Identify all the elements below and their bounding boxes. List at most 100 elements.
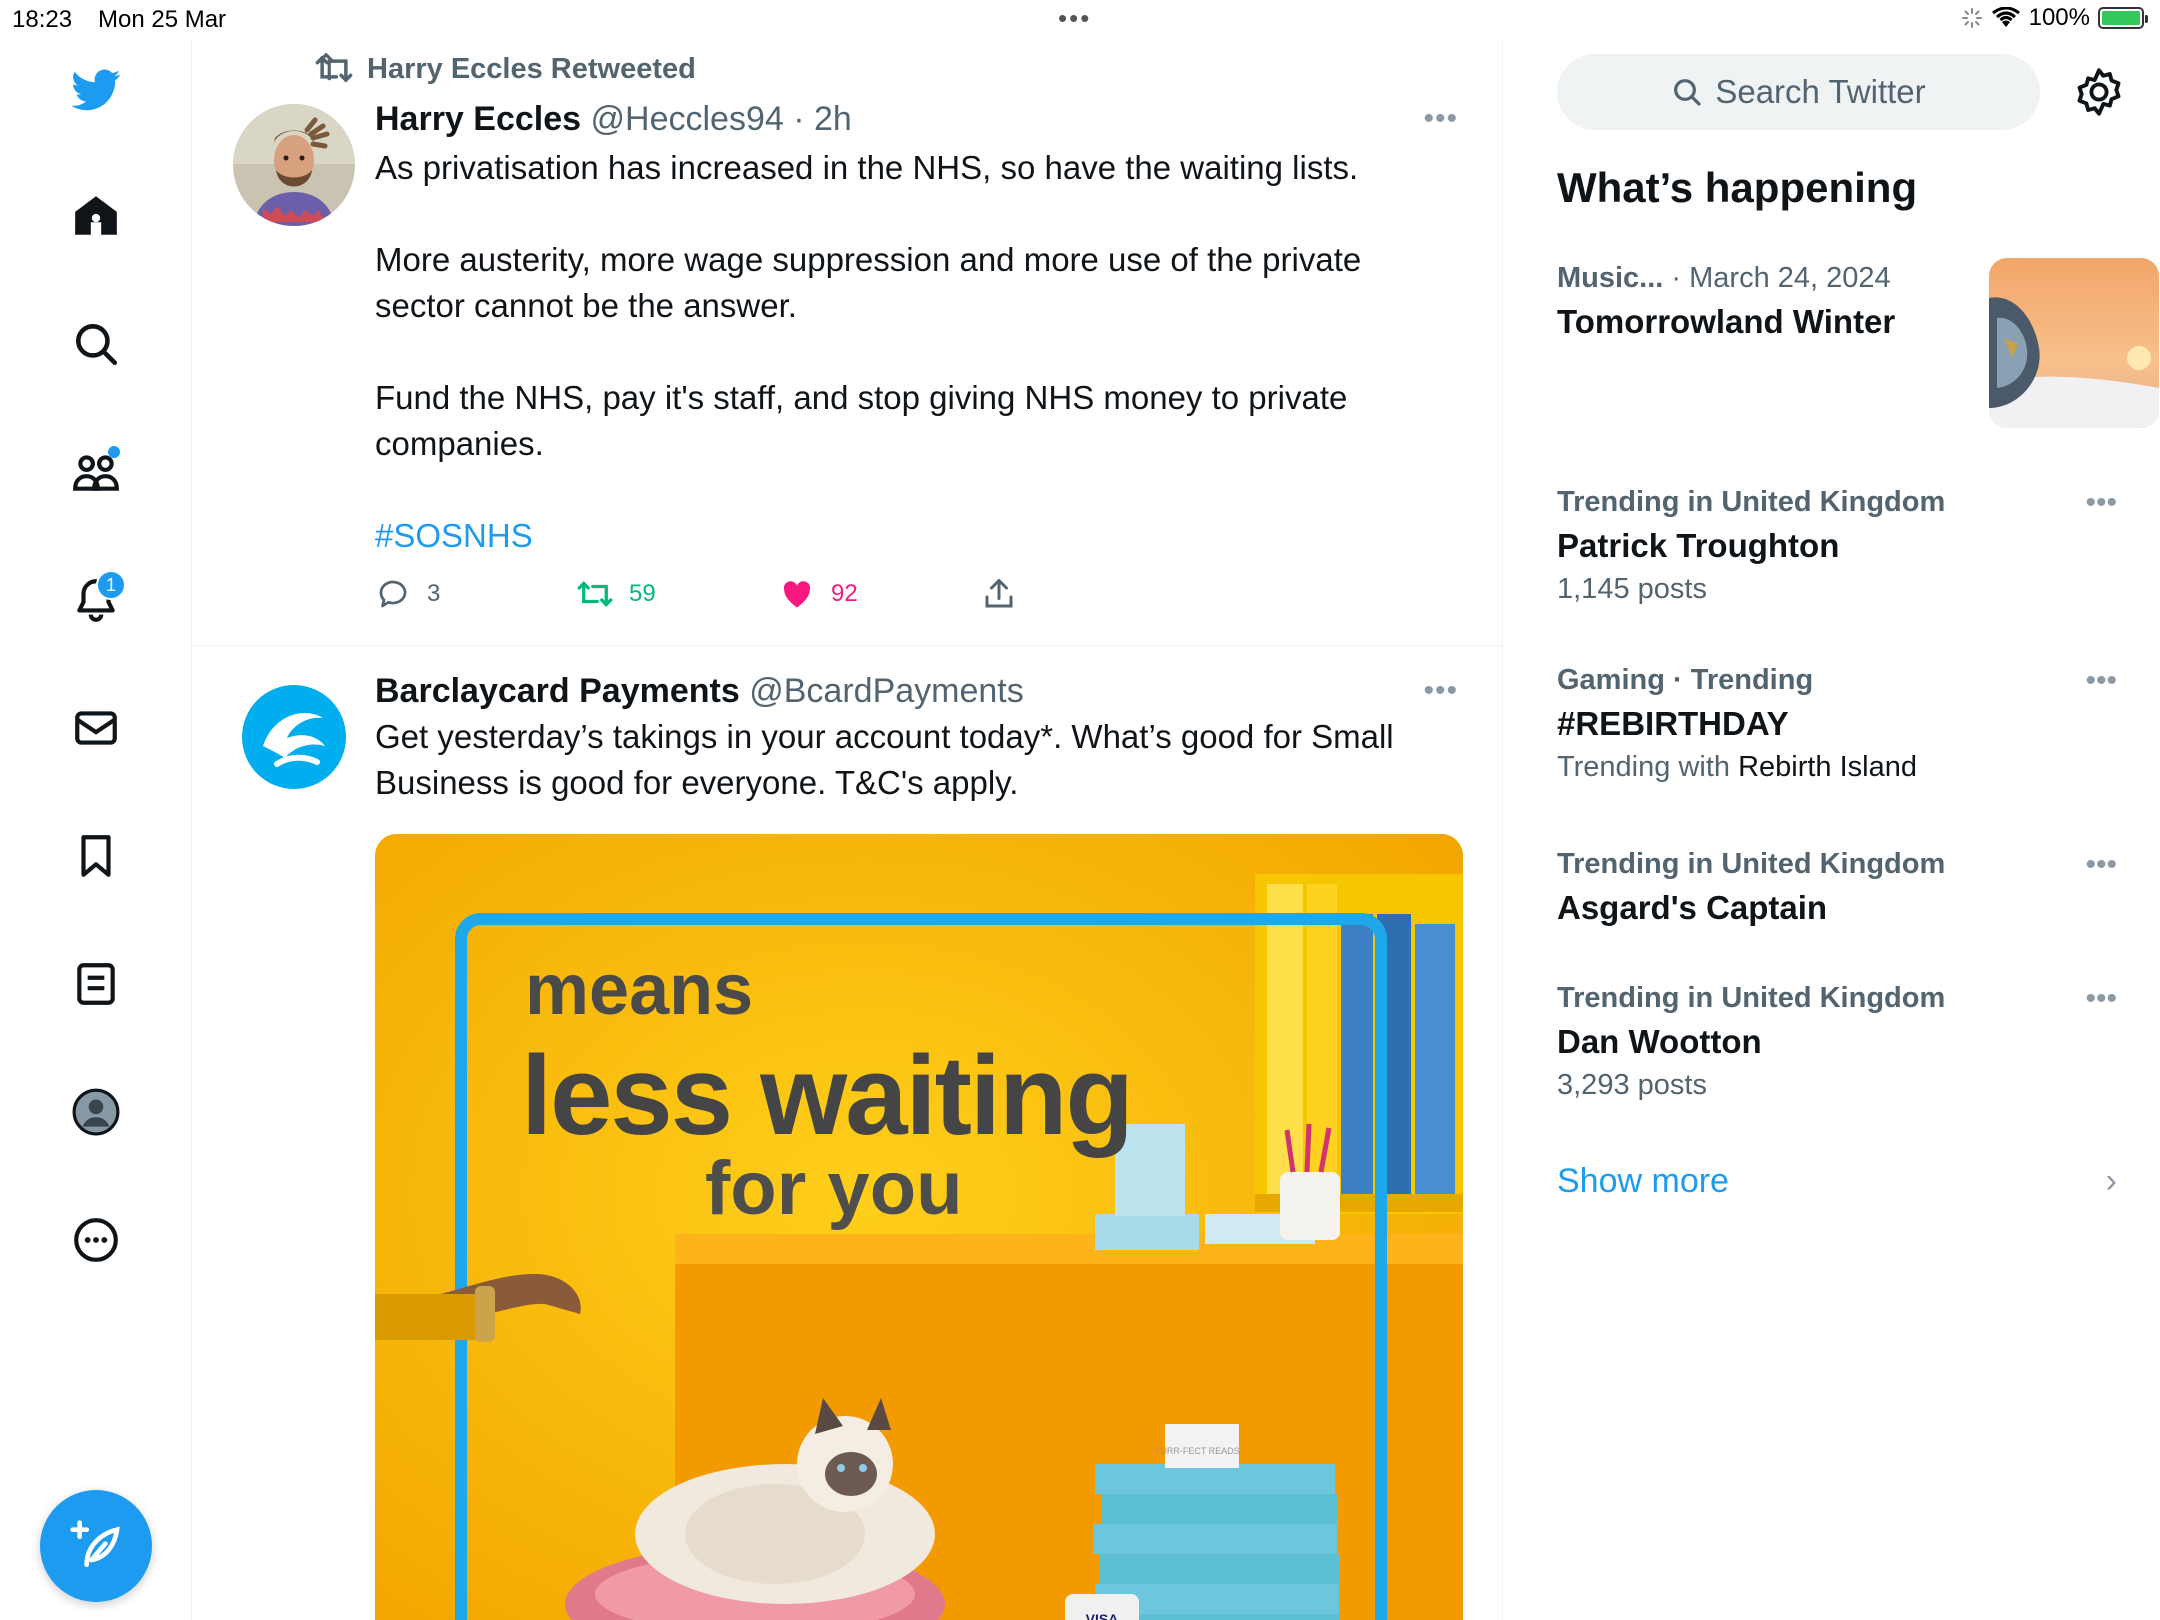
tweet-header: Barclaycard Payments @BcardPayments	[375, 672, 1024, 711]
right-sidebar: Search Twitter What’s happening Music...…	[1505, 40, 2160, 1620]
avatar[interactable]	[233, 104, 355, 226]
ad-text-line3: for you	[705, 1146, 963, 1231]
trend-meta: Trending in United Kingdom	[1557, 486, 1946, 518]
search-icon	[1674, 79, 1701, 106]
like-count: 92	[831, 580, 858, 607]
trend-meta: Gaming · Trending	[1557, 664, 1814, 696]
trend-more-button[interactable]: •••	[2085, 848, 2117, 882]
book-label: PURR-FECT READS	[1154, 1446, 1239, 1456]
trend-name: Patrick Troughton	[1557, 527, 1840, 564]
tweet[interactable]: Harry Eccles Retweeted Harry Eccles @Hec…	[193, 40, 1502, 646]
trend-meta: Trending in United Kingdom	[1557, 848, 1946, 880]
profile-icon[interactable]	[66, 1082, 126, 1142]
author-name[interactable]: Harry Eccles	[375, 100, 581, 138]
trend-meta: Trending in United Kingdom	[1557, 982, 1946, 1014]
tweet-paragraph: As privatisation has increased in the NH…	[375, 149, 1359, 186]
home-timeline: Harry Eccles Retweeted Harry Eccles @Hec…	[193, 40, 1503, 1620]
event-date: · March 24, 2024	[1663, 262, 1891, 294]
card-reader-label: VISA	[1086, 1611, 1119, 1620]
share-button[interactable]	[981, 576, 1183, 612]
compose-icon	[70, 1520, 120, 1567]
trend-post-count: 1,145 posts	[1557, 573, 1707, 605]
ad-text-line2: less waiting	[521, 1033, 1132, 1158]
activity-spinner-icon	[1961, 8, 1982, 28]
trend-name: #REBIRTHDAY	[1557, 705, 1789, 742]
status-bar: 18:23 Mon 25 Mar ••• 100%	[0, 0, 2160, 40]
notifications-icon[interactable]: 1	[66, 570, 126, 630]
ad-text-line1: means	[525, 950, 753, 1030]
lists-icon[interactable]	[66, 954, 126, 1014]
hashtag-link[interactable]: #SOSNHS	[375, 513, 1445, 559]
avatar-photo	[233, 104, 355, 226]
trend-name: Asgard's Captain	[1557, 889, 1828, 926]
retweet-count: 59	[629, 580, 656, 607]
trend-context: Trending with Rebirth Island	[1557, 751, 2117, 784]
search-input[interactable]: Search Twitter	[1557, 54, 2040, 130]
communities-dot-badge	[108, 446, 120, 458]
tweet-more-button[interactable]: •••	[1423, 102, 1458, 136]
retweet-icon	[577, 581, 613, 607]
status-date: Mon 25 Mar	[98, 6, 227, 33]
reply-button[interactable]: 3	[375, 576, 577, 612]
retweet-context[interactable]: Harry Eccles Retweeted	[315, 50, 696, 88]
tweet-header: Harry Eccles @Heccles94 · 2h	[375, 100, 852, 139]
search-placeholder: Search Twitter	[1715, 73, 1926, 110]
home-icon[interactable]	[66, 186, 126, 246]
show-more-label: Show more	[1557, 1162, 1729, 1200]
tweet-text: As privatisation has increased in the NH…	[375, 145, 1445, 605]
status-time: 18:23	[12, 6, 73, 33]
more-icon[interactable]	[66, 1210, 126, 1270]
heart-icon	[783, 581, 811, 608]
tweet-paragraph: Fund the NHS, pay it's staff, and stop g…	[375, 379, 1348, 462]
author-handle[interactable]: @BcardPayments	[749, 672, 1024, 710]
tweet-media-image[interactable]: VISA PURR-FECT READS means less waiting …	[375, 834, 1463, 1620]
messages-icon[interactable]	[66, 698, 126, 758]
notifications-badge: 1	[96, 570, 126, 600]
author-name[interactable]: Barclaycard Payments	[375, 672, 740, 710]
trend-more-button[interactable]: •••	[2085, 486, 2117, 520]
event-category: Music...	[1557, 262, 1664, 294]
share-icon	[985, 579, 1013, 608]
ad-illustration: VISA PURR-FECT READS means less waiting …	[375, 834, 1463, 1620]
chevron-right-icon: ›	[2105, 1162, 2117, 1200]
whats-happening-title: What’s happening	[1557, 164, 1918, 211]
author-handle[interactable]: @Heccles94	[591, 100, 784, 138]
settings-gear-icon[interactable]	[2073, 66, 2125, 118]
trend-more-button[interactable]: •••	[2085, 664, 2117, 698]
trend-item[interactable]: Trending in United Kingdom Asgard's Capt…	[1557, 848, 2117, 927]
featured-event[interactable]: Music... · March 24, 2024 Tomorrowland W…	[1557, 258, 2159, 428]
trend-item[interactable]: Trending in United Kingdom Dan Wootton 3…	[1557, 982, 2117, 1102]
trend-post-count: 3,293 posts	[1557, 1069, 1707, 1101]
twitter-logo-icon[interactable]	[66, 60, 126, 120]
wifi-icon	[1991, 7, 2020, 27]
retweet-icon	[315, 52, 353, 83]
status-indicators: 100%	[1961, 4, 2148, 32]
show-more-link[interactable]: Show more ›	[1557, 1162, 2117, 1201]
reply-icon	[379, 580, 407, 608]
tweet-time[interactable]: · 2h	[784, 100, 852, 138]
search-icon[interactable]	[66, 314, 126, 374]
trend-item[interactable]: Gaming · Trending #REBIRTHDAY Trending w…	[1557, 664, 2117, 784]
tweet[interactable]: Barclaycard Payments @BcardPayments ••• …	[193, 646, 1502, 1620]
side-navigation: 1	[0, 40, 192, 1620]
like-button[interactable]: 92	[779, 576, 981, 612]
barclaycard-logo-icon	[233, 676, 355, 798]
retweet-button[interactable]: 59	[577, 576, 779, 612]
retweeted-by-label: Harry Eccles Retweeted	[367, 52, 696, 85]
tweet-more-button[interactable]: •••	[1423, 674, 1458, 708]
compose-tweet-button[interactable]	[40, 1490, 152, 1602]
trend-name: Dan Wootton	[1557, 1023, 1762, 1060]
battery-percent: 100%	[2028, 4, 2090, 31]
trend-context-topic: Rebirth Island	[1738, 751, 1918, 783]
reply-count: 3	[427, 580, 441, 607]
trend-more-button[interactable]: •••	[2085, 982, 2117, 1016]
multitask-dots-icon[interactable]: •••	[1058, 3, 1091, 34]
communities-icon[interactable]	[66, 442, 126, 502]
event-thumbnail	[1989, 258, 2159, 428]
tweet-text: Get yesterday’s takings in your account …	[375, 718, 1394, 801]
trend-item[interactable]: Trending in United Kingdom Patrick Troug…	[1557, 486, 2117, 606]
tweet-actions: 3 59 92	[375, 576, 1183, 612]
bookmarks-icon[interactable]	[66, 826, 126, 886]
trend-context-prefix: Trending with	[1557, 751, 1739, 783]
avatar[interactable]	[233, 676, 355, 798]
